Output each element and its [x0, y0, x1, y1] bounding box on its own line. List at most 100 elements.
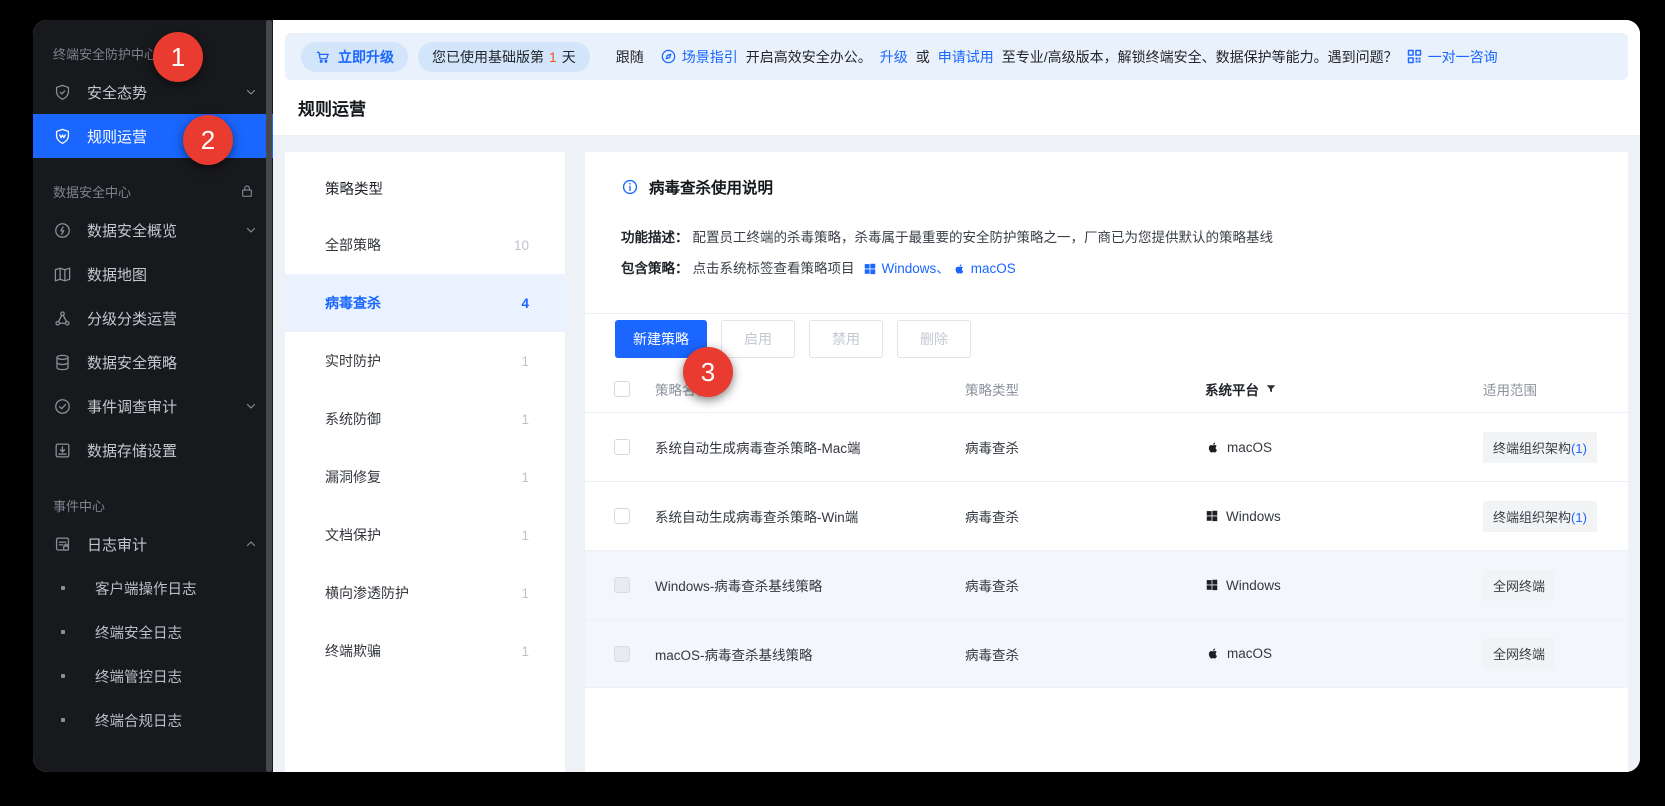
- sidebar-item-data-security-overview[interactable]: 数据安全概览: [33, 208, 273, 252]
- policy-type-count: 1: [521, 469, 529, 485]
- windows-icon: [1205, 509, 1219, 523]
- policy-main-panel: 病毒查杀使用说明 功能描述： 配置员工终端的杀毒策略，杀毒属于最重要的安全防护策…: [585, 152, 1628, 772]
- sidebar-item-data-storage-settings[interactable]: 数据存储设置: [33, 428, 273, 472]
- policy-type-terminal-deception[interactable]: 终端欺骗 1: [285, 622, 565, 680]
- policy-type-lateral-penetration[interactable]: 横向渗透防护 1: [285, 564, 565, 622]
- platform-cell: Windows: [1205, 578, 1483, 593]
- scope-tag[interactable]: 终端组织架构(1): [1483, 431, 1597, 463]
- apple-icon: [952, 262, 966, 276]
- scope-cell: 全网终端: [1483, 569, 1628, 601]
- section-divider: [585, 313, 1628, 314]
- app-window: 终端安全防护中心 安全态势 规则运营 数据安全中心 数据安全概览 数据地图 分级…: [33, 20, 1640, 772]
- windows-icon: [863, 262, 877, 276]
- sidebar-item-data-map[interactable]: 数据地图: [33, 252, 273, 296]
- upgrade-now-button[interactable]: 立即升级: [301, 41, 408, 72]
- disable-button[interactable]: 禁用: [809, 320, 883, 358]
- trial-status-pill: 您已使用基础版第 1 天: [418, 41, 590, 72]
- sidebar-item-label: 数据安全策略: [87, 354, 178, 372]
- sidebar-item-classification-operations[interactable]: 分级分类运营: [33, 296, 273, 340]
- policy-type-header: 策略类型: [325, 181, 383, 198]
- platform-cell: macOS: [1205, 646, 1483, 661]
- scope-tag[interactable]: 全网终端: [1483, 569, 1556, 601]
- main-column: 立即升级 您已使用基础版第 1 天 跟随 场景指引 开启高效安全办公。 升级 或…: [273, 20, 1640, 772]
- bullet-icon: [61, 718, 65, 722]
- select-all-checkbox[interactable]: [614, 381, 630, 397]
- compass-icon: [660, 48, 677, 65]
- database-icon: [53, 352, 73, 372]
- platform-label: Windows: [1226, 508, 1281, 524]
- row-checkbox[interactable]: [614, 508, 630, 524]
- screen: 终端安全防护中心 安全态势 规则运营 数据安全中心 数据安全概览 数据地图 分级…: [0, 0, 1665, 806]
- sidebar-item-label: 事件调查审计: [87, 398, 178, 416]
- map-icon: [53, 264, 73, 284]
- policy-type-label: 实时防护: [325, 353, 381, 369]
- scene-guide-link[interactable]: 场景指引: [682, 47, 738, 67]
- enable-button[interactable]: 启用: [721, 320, 795, 358]
- filter-funnel-icon[interactable]: [1265, 383, 1277, 395]
- macos-policy-link[interactable]: macOS: [952, 259, 1016, 279]
- sidebar-header-label: 事件中心: [53, 498, 106, 514]
- sidebar-item-label: 数据地图: [87, 266, 148, 284]
- chevron-down-icon: [245, 400, 257, 412]
- col-header-platform[interactable]: 系统平台: [1205, 379, 1483, 399]
- sidebar-scrollbar[interactable]: [266, 20, 272, 772]
- banner-office-text: 开启高效安全办公。: [745, 48, 872, 65]
- windows-link-label: Windows、: [881, 261, 950, 276]
- windows-policy-link[interactable]: Windows、: [863, 259, 950, 279]
- annotation-badge-3: 3: [683, 347, 733, 397]
- page-header: 规则运营: [273, 80, 1640, 136]
- policy-row-macos-baseline[interactable]: macOS-病毒查杀基线策略 病毒查杀 macOS 全网终端: [585, 619, 1628, 688]
- qr-code-icon: [1406, 48, 1423, 65]
- scope-tag[interactable]: 全网终端: [1483, 638, 1556, 669]
- col-header-scope: 适用范围: [1483, 383, 1537, 398]
- sidebar-item-label: 规则运营: [87, 128, 148, 146]
- apply-trial-link[interactable]: 申请试用: [938, 47, 994, 67]
- policy-type-realtime-protection[interactable]: 实时防护 1: [285, 332, 565, 390]
- policy-type-document-protection[interactable]: 文档保护 1: [285, 506, 565, 564]
- policy-type-virus-scan[interactable]: 病毒查杀 4: [285, 274, 565, 332]
- scope-cell: 终端组织架构(1): [1483, 500, 1628, 532]
- page-title: 规则运营: [298, 100, 366, 119]
- sidebar-item-terminal-security-log[interactable]: 终端安全日志: [33, 610, 273, 654]
- scope-tag[interactable]: 终端组织架构(1): [1483, 500, 1597, 532]
- policy-row-windows-baseline[interactable]: Windows-病毒查杀基线策略 病毒查杀 Windows 全网终端: [585, 550, 1628, 619]
- sidebar-item-terminal-control-log[interactable]: 终端管控日志: [33, 654, 273, 698]
- apple-icon: [1205, 646, 1220, 661]
- sidebar-header-event-center: 事件中心: [33, 488, 273, 522]
- sidebar-item-log-audit[interactable]: 日志审计: [33, 522, 273, 566]
- upgrade-banner: 立即升级 您已使用基础版第 1 天 跟随 场景指引 开启高效安全办公。 升级 或…: [285, 33, 1628, 80]
- cart-icon: [315, 49, 331, 65]
- policy-type: 病毒查杀: [965, 579, 1019, 594]
- sidebar-scrollbar-thumb[interactable]: [266, 20, 272, 772]
- trial-day-number: 1: [549, 48, 557, 65]
- policy-type-system-defense[interactable]: 系统防御 1: [285, 390, 565, 448]
- policy-type-label: 漏洞修复: [325, 469, 381, 485]
- platform-label: macOS: [1227, 646, 1273, 661]
- col-header-platform-label: 系统平台: [1205, 383, 1259, 398]
- scope-tag-label: 终端组织架构: [1493, 509, 1572, 525]
- apple-icon: [1205, 440, 1220, 455]
- one-on-one-consult-link[interactable]: 一对一咨询: [1428, 47, 1498, 67]
- policy-row-mac-auto[interactable]: 系统自动生成病毒查杀策略-Mac端 病毒查杀 macOS 终端组织架构(1): [585, 412, 1628, 481]
- policy-type: 病毒查杀: [965, 647, 1019, 663]
- bullet-icon: [61, 674, 65, 678]
- scope-tag-label: 全网终端: [1493, 647, 1546, 662]
- policy-type-count: 10: [513, 237, 529, 253]
- row-checkbox[interactable]: [614, 439, 630, 455]
- sidebar-item-client-operation-log[interactable]: 客户端操作日志: [33, 566, 273, 610]
- sidebar-header-data-center: 数据安全中心: [33, 174, 273, 208]
- sidebar-item-terminal-compliance-log[interactable]: 终端合规日志: [33, 698, 273, 742]
- delete-button[interactable]: 删除: [897, 320, 971, 358]
- policy-type-vulnerability-fix[interactable]: 漏洞修复 1: [285, 448, 565, 506]
- policy-row-win-auto[interactable]: 系统自动生成病毒查杀策略-Win端 病毒查杀 Windows 终端组织架构(1): [585, 481, 1628, 550]
- platform-cell: macOS: [1205, 440, 1483, 455]
- policy-type-count: 1: [521, 643, 529, 659]
- upgrade-link[interactable]: 升级: [880, 47, 908, 67]
- sidebar: 终端安全防护中心 安全态势 规则运营 数据安全中心 数据安全概览 数据地图 分级…: [33, 20, 273, 772]
- included-policies-line: 包含策略： 点击系统标签查看策略项目 Windows、 macOS: [585, 259, 1628, 279]
- sidebar-item-data-security-policy[interactable]: 数据安全策略: [33, 340, 273, 384]
- policy-type-all[interactable]: 全部策略 10: [285, 216, 565, 274]
- sidebar-item-rule-operations[interactable]: 规则运营: [33, 114, 273, 158]
- sidebar-item-security-posture[interactable]: 安全态势: [33, 70, 273, 114]
- sidebar-item-incident-audit[interactable]: 事件调查审计: [33, 384, 273, 428]
